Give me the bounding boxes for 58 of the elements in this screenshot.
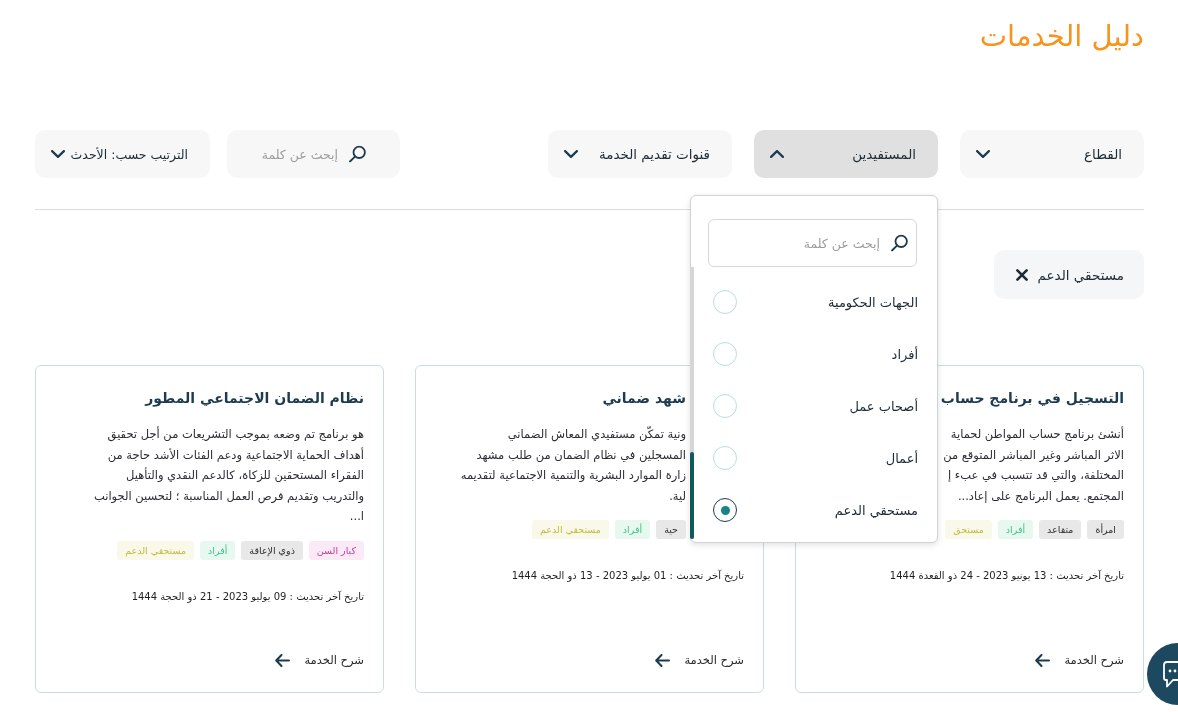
search-icon: [349, 145, 366, 163]
description-line: والتدريب وتقديم فرص العمل المناسبة ؛ لتحسين الجوانب: [93, 487, 364, 506]
arrow-left-icon: [1035, 653, 1051, 667]
category-tag: حية: [656, 520, 686, 539]
description-line: أهداف الحماية الاجتماعية ودعم الفئات الأشد حاجة من: [107, 446, 364, 464]
category-tag: أفراد: [200, 540, 236, 560]
option-label[interactable]: أفراد: [891, 346, 918, 362]
category-tag: مستحقي الدعم: [117, 540, 195, 560]
description-line: الفقراء المستحقين للزكاة، كالدعم النقدي والتأهيل: [126, 466, 364, 484]
description-line: المجتمع. يعمل البرنامج على إعاد...: [957, 487, 1124, 505]
category-tag: أفراد: [997, 520, 1034, 539]
description-line: أنشئ برنامج حساب المواطن لحماية: [950, 425, 1124, 443]
update-date: تاريخ آخر تحديث : 01 يوليو 2023 - 13 ذو الحجة 1444: [511, 568, 744, 584]
filter-dropdown[interactable]: القطاع: [960, 130, 1144, 178]
category-tag: امرأة: [1087, 520, 1124, 539]
chevron-down-icon: [51, 150, 65, 158]
description-line: ا...: [349, 508, 364, 525]
service-details-link[interactable]: شرح الخدمة: [1035, 652, 1124, 668]
category-tag: مستحق: [945, 520, 992, 539]
arrow-left-icon: [655, 653, 671, 667]
page-title: دليل الخدمات: [979, 18, 1144, 55]
option-label[interactable]: مستحقي الدعم: [834, 502, 918, 518]
chevron-down-icon: [976, 150, 990, 158]
description-line: لية.: [669, 487, 686, 505]
filter-dropdown[interactable]: المستفيدين: [754, 130, 938, 178]
category-tag: متقاعد: [1039, 520, 1082, 539]
arrow-left-icon: [275, 653, 291, 667]
update-date: تاريخ آخر تحديث : 13 يونيو 2023 - 24 ذو القعدة 1444: [889, 568, 1124, 584]
description-line: ونية تمكّن مستفيدي المعاش الضماني: [507, 425, 686, 444]
card-title: التسجيل في برنامج حساب: [940, 389, 1124, 409]
option-label[interactable]: أعمال: [885, 450, 918, 466]
search-icon: [891, 234, 908, 252]
update-date: تاريخ آخر تحديث : 09 يوليو 2023 - 21 ذو الحجة 1444: [131, 589, 364, 605]
chevron-up-icon: [770, 150, 784, 158]
search-field[interactable]: إبحث عن كلمة: [227, 130, 400, 178]
chevron-down-icon: [564, 150, 578, 158]
card-title: شهد ضماني: [602, 389, 686, 409]
description-line: الاثر المباشر وغير المباشر المتوقع من: [943, 446, 1124, 464]
description-line: المختلفة، والتي قد تتسبب في عبء إ: [947, 467, 1124, 484]
description-line: زارة الموارد البشرية والتنمية الاجتماعية لتقديمه: [460, 467, 686, 484]
sort-dropdown[interactable]: الترتيب حسب: الأحدث: [35, 130, 210, 178]
category-tag: أفراد: [614, 520, 651, 539]
filter-dropdown[interactable]: قنوات تقديم الخدمة: [548, 130, 732, 178]
description-line: هو برنامج تم وضعه بموجب التشريعات من أجل تحقيق: [107, 425, 364, 444]
close-icon[interactable]: [1015, 268, 1028, 281]
category-tag: ذوي الإعاقة: [241, 540, 303, 560]
option-label[interactable]: الجهات الحكومية: [828, 294, 918, 310]
service-details-link[interactable]: شرح الخدمة: [655, 652, 744, 668]
option-label[interactable]: أصحاب عمل: [849, 398, 918, 414]
filter-chip[interactable]: مستحقي الدعم: [993, 250, 1144, 299]
menu-search-field[interactable]: إبحث عن كلمة: [708, 219, 917, 267]
card-title: نظام الضمان الاجتماعي المطور: [145, 389, 364, 409]
category-tag: كبار السن: [308, 540, 364, 560]
service-details-link[interactable]: شرح الخدمة: [275, 652, 364, 668]
chat-bubble-icon: [1163, 660, 1178, 688]
description-line: المسجلين في نظام الضمان من طلب مشهد: [476, 446, 686, 464]
category-tag: مستحقي الدعم: [532, 520, 609, 539]
scrollbar-thumb[interactable]: [690, 452, 694, 539]
